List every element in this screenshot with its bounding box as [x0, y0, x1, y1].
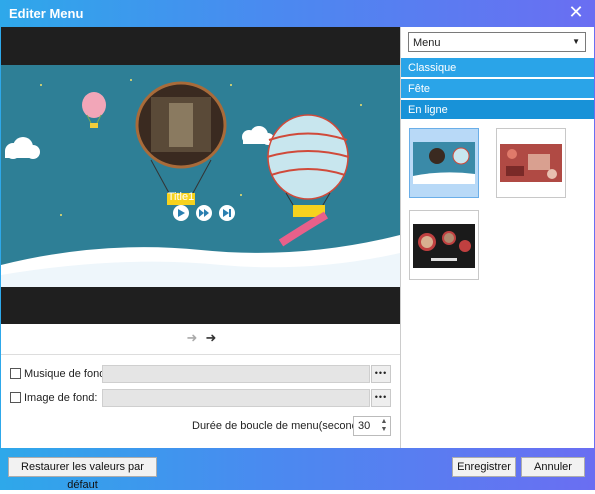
- previous-page-icon[interactable]: ➜: [185, 331, 199, 345]
- cancel-button[interactable]: Annuler: [521, 457, 585, 477]
- dialog-title: Editer Menu: [9, 6, 84, 21]
- chevron-down-icon: ▼: [572, 37, 580, 46]
- category-fete[interactable]: Fête: [401, 79, 594, 99]
- category-classique[interactable]: Classique: [401, 58, 594, 78]
- preview-scene: Title1: [1, 65, 400, 287]
- menu-preview: Title1: [1, 27, 400, 324]
- template-thumbnail[interactable]: [496, 128, 566, 198]
- loop-duration-stepper[interactable]: 30 ▲ ▼: [353, 416, 391, 436]
- next-page-icon[interactable]: ➜: [204, 331, 218, 345]
- music-row: Musique de fond: •••: [10, 365, 392, 383]
- music-path-field[interactable]: [102, 365, 370, 383]
- menu-title-text: Title1: [168, 191, 195, 203]
- image-row: Image de fond: •••: [10, 389, 392, 407]
- play-button-group: [173, 205, 235, 221]
- title-bar: Editer Menu ✕: [0, 0, 595, 27]
- image-checkbox[interactable]: [10, 392, 21, 403]
- image-label: Image de fond:: [24, 392, 98, 404]
- close-icon[interactable]: ✕: [567, 3, 585, 21]
- category-en-ligne[interactable]: En ligne: [401, 100, 594, 120]
- dialog-body: Title1 ➜ ➜ Musique de fond: ••• Image de…: [1, 27, 594, 448]
- loop-duration-label: Durée de boucle de menu(secondes):: [192, 420, 377, 432]
- dialog-window: Editer Menu ✕ Title1 ➜ ➜ Musique de fond…: [0, 0, 595, 491]
- template-thumbnail[interactable]: [409, 210, 479, 280]
- stepper-arrows-icon[interactable]: ▲ ▼: [380, 418, 388, 434]
- template-type-select[interactable]: Menu ▼: [408, 32, 586, 52]
- music-label: Musique de fond:: [24, 368, 109, 380]
- template-type-value: Menu: [413, 37, 441, 49]
- divider: [1, 354, 400, 355]
- dialog-footer: Restaurer les valeurs par défaut Enregis…: [0, 448, 595, 491]
- preview-nav: ➜ ➜: [1, 324, 400, 354]
- restore-defaults-button[interactable]: Restaurer les valeurs par défaut: [8, 457, 157, 491]
- image-browse-button[interactable]: •••: [371, 389, 391, 407]
- music-browse-button[interactable]: •••: [371, 365, 391, 383]
- template-thumbnail[interactable]: [409, 128, 479, 198]
- template-panel: Menu ▼ Classique Fête En ligne: [400, 27, 594, 448]
- loop-duration-value: 30: [358, 420, 371, 432]
- save-button[interactable]: Enregistrer: [452, 457, 516, 477]
- image-path-field[interactable]: [102, 389, 370, 407]
- music-checkbox[interactable]: [10, 368, 21, 379]
